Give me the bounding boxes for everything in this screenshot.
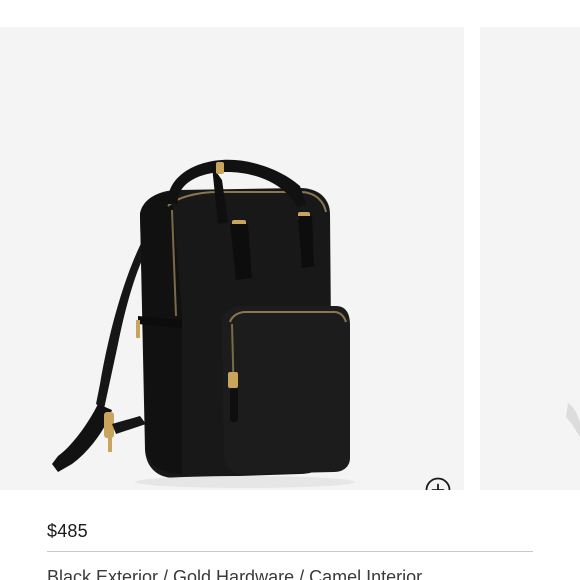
gallery-slide-current[interactable] — [0, 27, 464, 490]
product-page: $485 Black Exterior / Gold Hardware / Ca… — [0, 0, 580, 580]
product-variant: Black Exterior / Gold Hardware / Camel I… — [47, 567, 423, 580]
divider — [47, 551, 533, 552]
next-product-image — [566, 403, 580, 437]
product-price: $485 — [47, 521, 88, 541]
zoom-in-icon — [425, 477, 451, 490]
gallery-slide-next[interactable] — [480, 27, 580, 490]
image-gallery[interactable] — [0, 27, 580, 490]
zoom-in-button[interactable] — [423, 475, 459, 490]
product-image — [52, 159, 355, 488]
